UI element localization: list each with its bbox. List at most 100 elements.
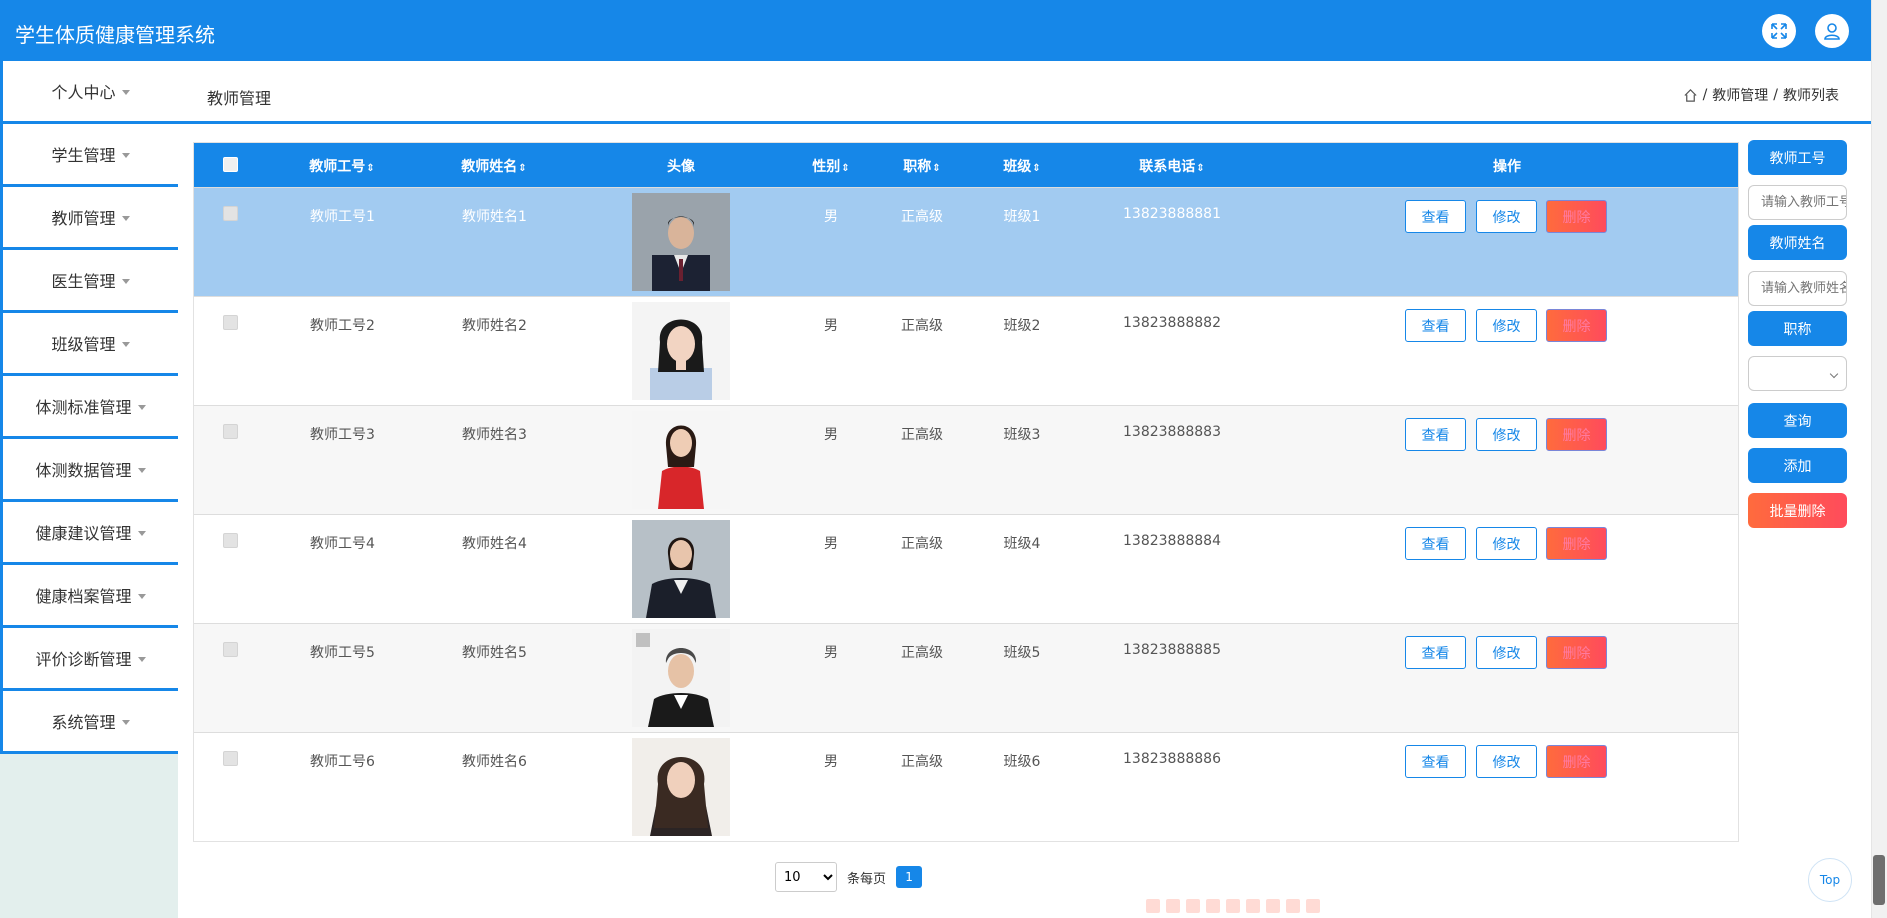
view-button[interactable]: 查看 [1405,636,1466,669]
back-to-top-button[interactable]: Top [1808,858,1852,902]
view-button[interactable]: 查看 [1405,309,1466,342]
edit-button[interactable]: 修改 [1476,418,1537,451]
cell-class: 班级5 [1003,645,1041,661]
chevron-down-icon [121,278,130,284]
page-size-select[interactable]: 10 [775,862,837,892]
query-button[interactable]: 查询 [1748,403,1847,438]
column-header-class[interactable]: 班级⇕ [1003,156,1040,176]
row-checkbox[interactable] [223,751,238,766]
view-button[interactable]: 查看 [1405,200,1466,233]
cell-phone: 13823888885 [1123,642,1221,658]
select-all-checkbox[interactable] [223,157,238,172]
delete-button[interactable]: 删除 [1546,636,1607,669]
sidebar-item-label: 医生管理 [51,272,116,291]
cell-teacher-no: 教师工号5 [310,645,375,661]
avatar [632,302,730,400]
breadcrumb: / 教师管理 / 教师列表 [1683,85,1839,105]
sidebar-item-students[interactable]: 学生管理 [0,124,178,187]
cell-title: 正高级 [901,754,943,770]
column-header-title[interactable]: 职称⇕ [903,156,940,176]
teacher-no-input[interactable] [1748,185,1847,220]
cell-teacher-name: 教师姓名6 [462,754,527,770]
avatar [632,629,730,727]
breadcrumb-teacher-management[interactable]: 教师管理 [1712,85,1768,105]
sidebar-item-teachers[interactable]: 教师管理 [0,187,178,250]
table-row[interactable]: 教师工号5 教师姓名5 男 正高级 班级5 13823888885 查看 修改 … [194,623,1738,732]
teacher-name-input[interactable] [1748,271,1847,306]
batch-delete-button[interactable]: 批量删除 [1748,493,1847,528]
cell-teacher-name: 教师姓名4 [462,536,527,552]
sidebar-item-evaluation[interactable]: 评价诊断管理 [0,628,178,691]
table-row[interactable]: 教师工号3 教师姓名3 男 正高级 班级3 13823888883 查看 修改 … [194,405,1738,514]
sidebar-item-health-advice[interactable]: 健康建议管理 [0,502,178,565]
scrollbar[interactable] [1871,0,1887,918]
sidebar-item-test-data[interactable]: 体测数据管理 [0,439,178,502]
table-row[interactable]: 教师工号4 教师姓名4 男 正高级 班级4 13823888884 查看 修改 … [194,514,1738,623]
page-number-button[interactable]: 1 [896,866,923,888]
edit-button[interactable]: 修改 [1476,636,1537,669]
column-header-teacher-name[interactable]: 教师姓名⇕ [461,156,526,176]
ime-icon [1146,899,1160,913]
edit-button[interactable]: 修改 [1476,309,1537,342]
delete-button[interactable]: 删除 [1546,527,1607,560]
cell-gender: 男 [824,754,838,770]
delete-button[interactable]: 删除 [1546,309,1607,342]
edit-button[interactable]: 修改 [1476,745,1537,778]
cell-gender: 男 [824,318,838,334]
cell-title: 正高级 [901,645,943,661]
edit-button[interactable]: 修改 [1476,527,1537,560]
row-checkbox[interactable] [223,642,238,657]
sort-icon: ⇕ [932,163,941,174]
delete-button[interactable]: 删除 [1546,200,1607,233]
cell-gender: 男 [824,427,838,443]
row-checkbox[interactable] [223,424,238,439]
home-icon[interactable] [1683,88,1698,103]
sidebar-item-test-standards[interactable]: 体测标准管理 [0,376,178,439]
cell-teacher-name: 教师姓名5 [462,645,527,661]
table-row[interactable]: 教师工号1 教师姓名1 男 正高级 班级1 13823888881 查看 修改 … [194,187,1738,296]
table-row[interactable]: 教师工号6 教师姓名6 男 正高级 班级6 13823888886 查看 修改 … [194,732,1738,841]
app-title: 学生体质健康管理系统 [15,23,215,47]
row-checkbox[interactable] [223,315,238,330]
sort-icon: ⇕ [1196,163,1205,174]
sort-icon: ⇕ [841,163,850,174]
sidebar-item-health-records[interactable]: 健康档案管理 [0,565,178,628]
view-button[interactable]: 查看 [1405,527,1466,560]
sidebar-item-label: 健康建议管理 [35,524,132,543]
delete-button[interactable]: 删除 [1546,745,1607,778]
table-row[interactable]: 教师工号2 教师姓名2 男 正高级 班级2 13823888882 查看 修改 … [194,296,1738,405]
chevron-down-icon [121,89,130,95]
row-checkbox[interactable] [223,533,238,548]
column-header-teacher-no[interactable]: 教师工号⇕ [309,156,374,176]
breadcrumb-separator: / [1773,87,1778,103]
add-button[interactable]: 添加 [1748,448,1847,483]
ime-icon [1246,899,1260,913]
scrollbar-thumb[interactable] [1873,855,1885,905]
sidebar-item-system[interactable]: 系统管理 [0,691,178,754]
cell-class: 班级4 [1003,536,1041,552]
column-header-gender[interactable]: 性别⇕ [812,156,849,176]
sort-icon: ⇕ [366,163,375,174]
table-header: 教师工号⇕ 教师姓名⇕ 头像 性别⇕ 职称⇕ 班级⇕ 联系电话⇕ 操作 [194,143,1738,187]
sidebar-item-profile[interactable]: 个人中心 [0,61,178,124]
row-checkbox[interactable] [223,206,238,221]
view-button[interactable]: 查看 [1405,745,1466,778]
cell-class: 班级3 [1003,427,1041,443]
cell-phone: 13823888883 [1123,424,1221,440]
sidebar-item-doctors[interactable]: 医生管理 [0,250,178,313]
chevron-down-icon [137,404,146,410]
column-header-phone[interactable]: 联系电话⇕ [1139,156,1204,176]
chevron-down-icon [137,530,146,536]
avatar [632,738,730,836]
view-button[interactable]: 查看 [1405,418,1466,451]
sidebar-item-classes[interactable]: 班级管理 [0,313,178,376]
page-title: 教师管理 [207,89,272,108]
title-select[interactable] [1748,356,1847,391]
delete-button[interactable]: 删除 [1546,418,1607,451]
title-label: 职称 [1748,311,1847,346]
fullscreen-button[interactable] [1762,14,1796,48]
user-button[interactable] [1815,14,1849,48]
teacher-no-label: 教师工号 [1748,140,1847,175]
cell-phone: 13823888886 [1123,751,1221,767]
edit-button[interactable]: 修改 [1476,200,1537,233]
